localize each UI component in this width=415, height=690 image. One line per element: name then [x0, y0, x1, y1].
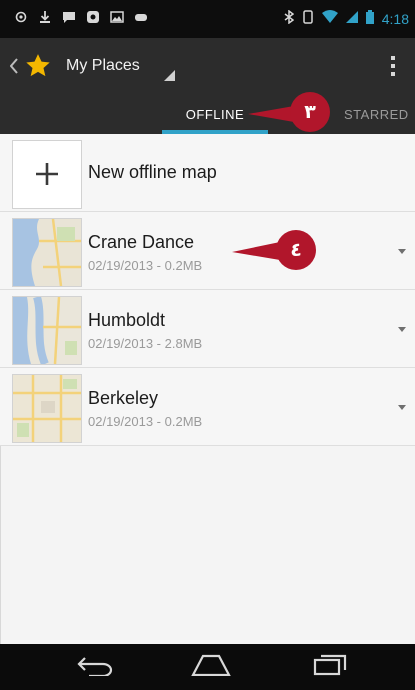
star-icon	[24, 52, 52, 85]
chat-icon	[62, 10, 76, 24]
tab-offline-label: OFFLINE	[185, 106, 245, 122]
expand-chevron-icon[interactable]	[395, 244, 409, 258]
back-button[interactable]	[66, 652, 126, 682]
map-meta: 02/19/2013 - 0.2MB	[88, 414, 203, 429]
clock: 4:18	[381, 10, 409, 27]
up-button[interactable]	[4, 48, 60, 84]
phone-screen: 4:18 My Places OFFLINE STARRED New offli…	[0, 0, 415, 690]
offline-maps-list: New offline map Crane Dance 02/19/2013 -…	[0, 134, 415, 446]
map-item-humboldt[interactable]: Humboldt 02/19/2013 - 2.8MB	[0, 290, 415, 368]
annotation-marker-4: ٤	[276, 230, 316, 270]
page-title: My Places	[66, 57, 140, 74]
expand-chevron-icon[interactable]	[395, 400, 409, 414]
tab-starred[interactable]: STARRED	[344, 94, 409, 134]
map-thumbnail	[12, 218, 82, 287]
image-icon	[110, 10, 124, 24]
tabs-bar: OFFLINE STARRED	[0, 94, 415, 135]
add-tile	[12, 140, 82, 209]
back-chevron-icon	[9, 58, 18, 79]
back-icon	[77, 654, 115, 681]
rotate-icon	[302, 10, 314, 27]
action-bar: My Places	[0, 38, 415, 94]
bluetooth-icon	[284, 9, 294, 27]
gamepad-icon	[134, 10, 148, 24]
annotation-marker-3: ٣	[290, 92, 330, 132]
home-icon	[191, 654, 231, 681]
empty-area	[0, 446, 415, 644]
overflow-icon	[390, 56, 396, 81]
map-name: Berkeley	[88, 388, 159, 408]
new-offline-map-item[interactable]: New offline map	[0, 134, 415, 212]
home-button[interactable]	[181, 652, 241, 682]
map-meta: 02/19/2013 - 2.8MB	[88, 336, 203, 351]
battery-icon	[365, 10, 374, 27]
map-item-crane-dance[interactable]: Crane Dance 02/19/2013 - 0.2MB	[0, 212, 415, 290]
map-name: Crane Dance	[88, 232, 195, 252]
tab-annotation: ٣	[248, 92, 330, 132]
new-offline-map-label: New offline map	[88, 162, 217, 182]
map-meta: 02/19/2013 - 0.2MB	[88, 258, 203, 273]
item-annotation: ٤	[232, 230, 316, 270]
gps-icon	[14, 10, 28, 24]
signal-icon	[345, 10, 358, 27]
tab-starred-label: STARRED	[344, 106, 409, 122]
status-bar: 4:18	[0, 0, 415, 38]
dropdown-indicator-icon	[164, 68, 175, 86]
notification-icon	[86, 10, 100, 24]
expand-chevron-icon[interactable]	[395, 322, 409, 336]
map-thumbnail	[12, 374, 82, 443]
map-thumbnail	[12, 296, 82, 365]
map-item-berkeley[interactable]: Berkeley 02/19/2013 - 0.2MB	[0, 368, 415, 446]
plus-icon	[35, 162, 59, 191]
system-icons: 4:18	[284, 9, 409, 27]
recent-apps-icon	[313, 654, 347, 681]
map-name: Humboldt	[88, 310, 166, 330]
download-icon	[38, 10, 52, 24]
recent-apps-button[interactable]	[300, 652, 360, 682]
navigation-bar	[0, 644, 415, 690]
wifi-icon	[321, 10, 338, 27]
places-dropdown[interactable]: My Places	[66, 50, 184, 84]
overflow-menu-button[interactable]	[381, 52, 405, 80]
notification-icons	[14, 10, 148, 24]
